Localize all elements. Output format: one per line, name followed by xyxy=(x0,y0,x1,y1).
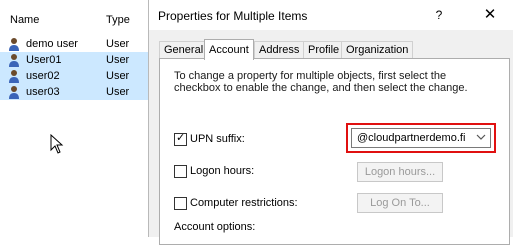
row-name: user03 xyxy=(26,86,60,98)
list-row-user02[interactable]: user02 User xyxy=(0,68,150,84)
properties-dialog: Properties for Multiple Items ? ✕ Genera… xyxy=(148,0,513,245)
mouse-cursor-icon xyxy=(50,134,64,154)
logon-hours-button[interactable]: Logon hours... xyxy=(357,162,443,182)
row-name: demo user xyxy=(26,38,78,50)
upn-suffix-label: UPN suffix: xyxy=(190,133,245,145)
account-tab-panel: To change a property for multiple object… xyxy=(159,58,510,245)
computer-restrictions-label: Computer restrictions: xyxy=(190,197,298,209)
tab-organization[interactable]: Organization xyxy=(341,41,414,59)
dialog-title: Properties for Multiple Items xyxy=(158,9,308,23)
upn-suffix-checkbox[interactable]: ✓ xyxy=(174,132,187,146)
user-icon xyxy=(9,38,19,51)
intro-text: To change a property for multiple object… xyxy=(174,70,468,94)
row-type: User xyxy=(106,38,130,50)
row-type: User xyxy=(106,54,130,66)
row-name: User01 xyxy=(26,54,62,66)
tab-profile[interactable]: Profile xyxy=(303,41,345,59)
close-button[interactable]: ✕ xyxy=(479,5,501,25)
logon-hours-checkbox[interactable] xyxy=(174,165,187,178)
object-list: Name Type demo user User User01 User use… xyxy=(0,0,150,237)
list-header: Name Type xyxy=(0,8,150,28)
account-options-label: Account options: xyxy=(174,221,256,233)
tab-general[interactable]: General xyxy=(159,41,209,59)
upn-suffix-select[interactable]: @cloudpartnerdemo.fi xyxy=(351,128,491,148)
logon-hours-label: Logon hours: xyxy=(190,165,255,177)
list-row-demo-user[interactable]: demo user User xyxy=(0,36,150,52)
checkmark-icon: ✓ xyxy=(176,132,186,144)
log-on-to-button[interactable]: Log On To... xyxy=(357,193,443,213)
user-icon xyxy=(9,86,19,99)
upn-suffix-value: @cloudpartnerdemo.fi xyxy=(357,132,466,144)
tab-account[interactable]: Account xyxy=(204,39,254,60)
help-button[interactable]: ? xyxy=(429,5,449,25)
column-header-type[interactable]: Type xyxy=(106,14,130,26)
highlight-box: @cloudpartnerdemo.fi xyxy=(346,123,496,153)
list-row-user01[interactable]: User01 User xyxy=(0,52,150,68)
column-header-name[interactable]: Name xyxy=(10,14,39,26)
chevron-down-icon xyxy=(476,134,486,140)
tab-address[interactable]: Address xyxy=(254,41,305,59)
user-icon xyxy=(9,54,19,67)
user-icon xyxy=(9,70,19,83)
row-name: user02 xyxy=(26,70,60,82)
list-row-user03[interactable]: user03 User xyxy=(0,84,150,100)
row-type: User xyxy=(106,70,130,82)
dialog-titlebar[interactable]: Properties for Multiple Items ? ✕ xyxy=(149,0,513,30)
computer-restrictions-checkbox[interactable] xyxy=(174,197,187,210)
row-type: User xyxy=(106,86,130,98)
